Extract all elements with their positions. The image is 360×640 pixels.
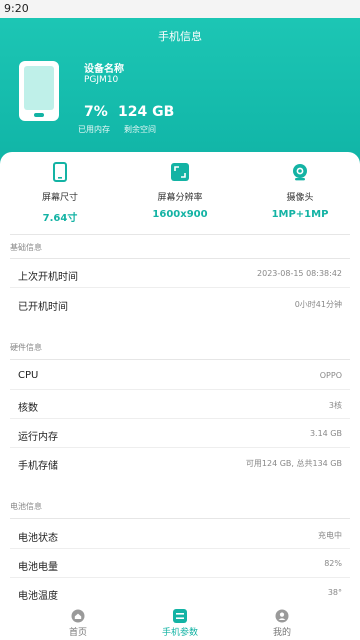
spec-label: 屏幕尺寸 (41, 193, 78, 203)
list-item: 核数 3核 (0, 393, 360, 419)
header: 9:20 手机信息 设备名称 PGJM10 7% 124 GB 已用内存 剩余空… (0, 0, 360, 170)
nav-label: 我的 (272, 628, 291, 638)
device-model: PGJM10 (84, 75, 119, 85)
row-value: 0小时41分钟 (294, 300, 342, 309)
profile-icon (275, 609, 289, 623)
storage-free-label: 剩余空间 (124, 125, 156, 134)
row-label: 运行内存 (18, 432, 58, 443)
storage-free-value: 124 GB (118, 104, 175, 120)
status-time: 9:20 (4, 2, 29, 15)
bottom-nav: 首页 手机参数 我的 (0, 607, 360, 640)
row-label: 电池状态 (18, 533, 58, 544)
nav-item-profile[interactable]: 我的 (222, 609, 342, 638)
divider (10, 258, 350, 259)
spec-label: 摄像头 (286, 193, 314, 203)
status-bar: 9:20 (0, 0, 360, 18)
spec-label: 屏幕分辨率 (157, 193, 203, 203)
list-item: 电池温度 38° (0, 581, 360, 607)
row-value: 38° (327, 588, 342, 597)
row-label: CPU (18, 370, 39, 381)
list-item: 电池电量 82% (0, 552, 360, 578)
row-label: 已开机时间 (18, 302, 68, 313)
spec-value: 7.64寸 (42, 213, 78, 224)
row-value: 充电中 (318, 531, 342, 540)
page-title: 手机信息 (158, 30, 202, 43)
row-label: 手机存储 (18, 461, 58, 472)
divider (10, 518, 350, 519)
home-icon (71, 609, 85, 623)
list-item: 运行内存 3.14 GB (0, 422, 360, 448)
row-value: 82% (324, 559, 342, 568)
list-item: 手机存储 可用124 GB, 总共134 GB (0, 451, 360, 477)
row-label: 电池温度 (18, 591, 58, 602)
list-item: CPU OPPO (0, 364, 360, 390)
phone-params-icon (173, 609, 187, 623)
list-item: 电池状态 充电中 (0, 523, 360, 549)
section-title-basic: 基础信息 (10, 243, 42, 252)
spec-value: 1MP+1MP (271, 209, 329, 220)
camera-icon (290, 162, 310, 182)
resolution-icon (170, 162, 190, 182)
row-label: 电池电量 (18, 562, 58, 573)
row-value: 3核 (328, 401, 342, 410)
spec-summary: 屏幕尺寸 7.64寸 屏幕分辨率 1600x900 摄像头 1MP+1MP (0, 162, 360, 232)
list-item: 已开机时间 0小时41分钟 (0, 292, 360, 318)
spec-camera: 摄像头 1MP+1MP (240, 162, 360, 220)
divider (10, 359, 350, 360)
section-title-hardware: 硬件信息 (10, 343, 42, 352)
row-value: 2023-08-15 08:38:42 (257, 269, 342, 278)
divider (10, 234, 350, 235)
spec-screen-size: 屏幕尺寸 7.64寸 (0, 162, 120, 224)
info-card: 屏幕尺寸 7.64寸 屏幕分辨率 1600x900 摄像头 1MP+1MP 基础… (0, 152, 360, 607)
section-title-battery: 电池信息 (10, 502, 42, 511)
memory-used-label: 已用内存 (78, 125, 110, 134)
list-item: 上次开机时间 2023-08-15 08:38:42 (0, 262, 360, 288)
row-label: 上次开机时间 (18, 272, 78, 283)
row-value: 3.14 GB (309, 429, 342, 438)
spec-resolution: 屏幕分辨率 1600x900 (120, 162, 240, 220)
spec-value: 1600x900 (152, 209, 208, 220)
row-label: 核数 (18, 403, 38, 414)
memory-used-value: 7% (84, 104, 108, 120)
row-value: 可用124 GB, 总共134 GB (245, 459, 342, 468)
row-value: OPPO (319, 371, 342, 380)
phone-illustration-icon (18, 60, 60, 122)
phone-icon (50, 162, 70, 182)
device-name-label: 设备名称 (84, 64, 124, 75)
